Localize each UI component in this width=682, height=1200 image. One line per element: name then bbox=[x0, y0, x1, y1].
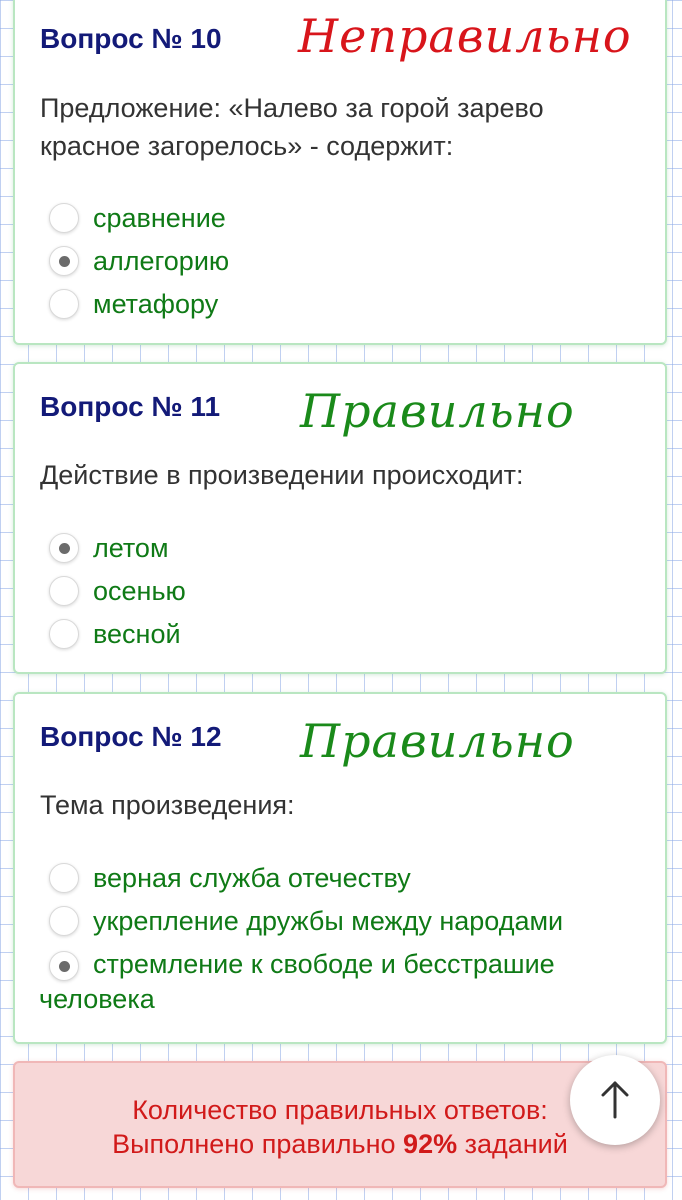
question-text: Тема произведения: bbox=[40, 790, 295, 820]
answer-option[interactable]: сравнение bbox=[49, 199, 645, 239]
question-text: Предложение: «Налево за горой зарево кра… bbox=[40, 93, 544, 161]
answer-option[interactable]: стремление к свободе и бесстрашие челове… bbox=[39, 947, 645, 1017]
answer-option[interactable]: укрепление дружбы между народами bbox=[49, 902, 645, 942]
result-prefix: Выполнено правильно bbox=[112, 1129, 396, 1159]
answer-label: укрепление дружбы между народами bbox=[93, 906, 564, 936]
question-title: Вопрос № 12 bbox=[40, 721, 222, 752]
answer-option[interactable]: верная служба отечеству bbox=[49, 859, 645, 899]
radio-button[interactable] bbox=[49, 289, 79, 319]
verdict-correct-stamp: Правильно bbox=[300, 384, 575, 438]
answer-option[interactable]: осенью bbox=[49, 572, 645, 612]
result-percent: 92% bbox=[403, 1129, 458, 1159]
radio-button-selected[interactable] bbox=[49, 951, 79, 981]
result-banner: Количество правильных ответов: Выполнено… bbox=[13, 1061, 667, 1188]
radio-button[interactable] bbox=[49, 906, 79, 936]
answer-label: весной bbox=[93, 619, 181, 649]
arrow-up-icon bbox=[601, 1081, 629, 1119]
radio-button[interactable] bbox=[49, 576, 79, 606]
scroll-to-top-button[interactable] bbox=[570, 1055, 660, 1145]
answer-option[interactable]: весной bbox=[49, 615, 645, 655]
question-card-11: Вопрос № 11 Правильно Действие в произве… bbox=[13, 362, 667, 674]
verdict-incorrect-stamp: Неправильно bbox=[298, 9, 632, 63]
answer-label: аллегорию bbox=[93, 246, 230, 276]
radio-button-selected[interactable] bbox=[49, 533, 79, 563]
radio-button-selected[interactable] bbox=[49, 246, 79, 276]
question-title: Вопрос № 10 bbox=[40, 23, 222, 54]
answer-option[interactable]: аллегорию bbox=[49, 242, 645, 282]
answer-option[interactable]: метафору bbox=[49, 285, 645, 325]
answer-label: метафору bbox=[93, 289, 219, 319]
answer-option[interactable]: летом bbox=[49, 529, 645, 569]
radio-button[interactable] bbox=[49, 863, 79, 893]
radio-button[interactable] bbox=[49, 203, 79, 233]
answer-label: сравнение bbox=[93, 203, 226, 233]
answer-label: летом bbox=[93, 533, 169, 563]
answer-label: стремление к свободе и бесстрашие челове… bbox=[39, 949, 555, 1014]
result-count-label: Количество правильных ответов: bbox=[132, 1095, 548, 1125]
question-text: Действие в произведении происходит: bbox=[40, 460, 524, 490]
question-title: Вопрос № 11 bbox=[40, 391, 221, 422]
verdict-correct-stamp: Правильно bbox=[300, 714, 575, 768]
radio-button[interactable] bbox=[49, 619, 79, 649]
answer-label: осенью bbox=[93, 576, 186, 606]
answer-label: верная служба отечеству bbox=[93, 863, 411, 893]
result-suffix: заданий bbox=[464, 1129, 568, 1159]
result-summary: Выполнено правильно 92% заданий bbox=[15, 1129, 665, 1160]
question-card-12: Вопрос № 12 Правильно Тема произведения:… bbox=[13, 692, 667, 1044]
question-card-10: Вопрос № 10 Неправильно Предложение: «На… bbox=[13, 0, 667, 345]
